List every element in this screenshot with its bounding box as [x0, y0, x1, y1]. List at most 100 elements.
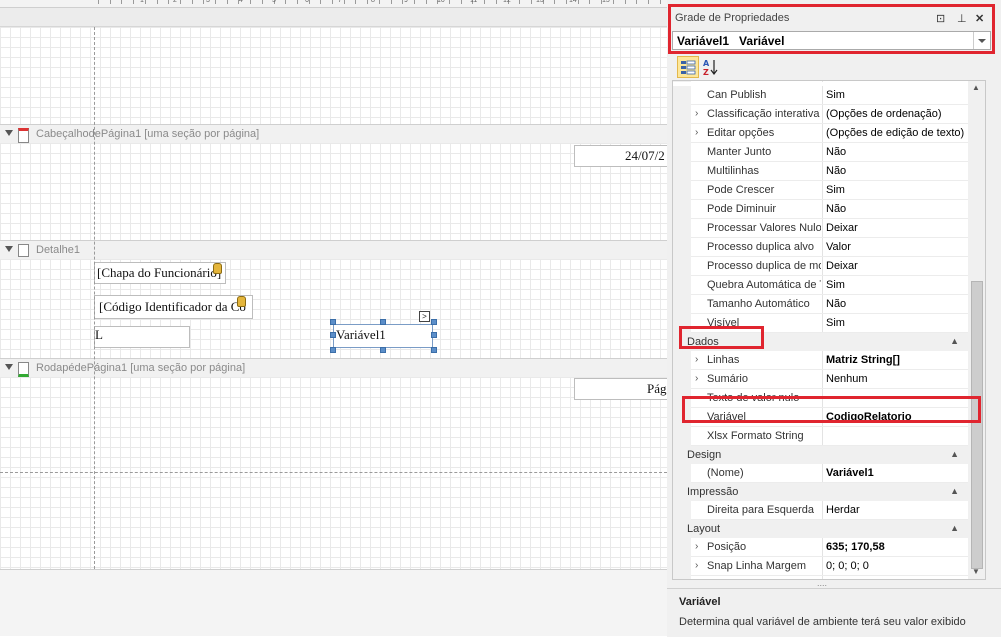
collapse-arrow-icon[interactable]	[5, 130, 13, 136]
top-margin-area[interactable]	[0, 27, 667, 124]
property-row[interactable]: Visível Sim	[673, 314, 969, 333]
resize-handle[interactable]	[330, 347, 336, 353]
property-value[interactable]: Não	[826, 146, 969, 158]
property-row[interactable]: Can Publish Sim	[673, 86, 969, 105]
property-value[interactable]: (Opções de ordenação)	[826, 108, 969, 120]
property-row[interactable]: Tamanho Automático Não	[673, 295, 969, 314]
property-row[interactable]: Quebra Automática de T Sim	[673, 276, 969, 295]
collapse-chevron-icon[interactable]: ▲	[950, 336, 959, 346]
date-field[interactable]: 24/07/2	[574, 145, 667, 167]
property-row[interactable]: (Nome) Variável1	[673, 464, 969, 483]
report-designer-surface[interactable]: 1 2 3 4 5 6 7 8 9 10 11 12 13 14 15 CabeçalhodePágina1…	[0, 0, 667, 636]
property-value[interactable]: Matriz String[]	[826, 354, 969, 366]
resize-handle[interactable]	[431, 332, 437, 338]
smart-tag-icon[interactable]: >	[419, 311, 430, 322]
detail-area[interactable]: [Chapa do Funcionário] [Código Identific…	[0, 259, 667, 358]
property-row[interactable]: › Editar opções (Opções de edição de texto…	[673, 124, 969, 143]
page-footer-area[interactable]: Pág	[0, 377, 667, 569]
property-row[interactable]: › Posição 635; 170,58	[673, 538, 969, 557]
property-row[interactable]: › Snap Linha Margem 0; 0; 0; 0	[673, 557, 969, 576]
detail-band-icon	[18, 244, 29, 257]
close-icon[interactable]: ✕	[975, 12, 984, 25]
splitter-grip[interactable]: ....	[817, 578, 827, 588]
property-row[interactable]: Variável CodigoRelatorio	[673, 408, 969, 427]
categorized-view-icon[interactable]	[677, 56, 699, 78]
expand-chevron-icon[interactable]: ›	[695, 373, 698, 384]
property-category[interactable]: Impressão ▲	[673, 483, 969, 501]
expand-chevron-icon[interactable]: ›	[695, 108, 698, 119]
property-value[interactable]: CodigoRelatorio	[826, 411, 969, 423]
resize-handle[interactable]	[380, 319, 386, 325]
property-value[interactable]: Sim	[826, 317, 969, 329]
property-row[interactable]: Multilinhas Não	[673, 162, 969, 181]
collapse-chevron-icon[interactable]: ▲	[950, 523, 959, 533]
property-row[interactable]: Processo duplica alvo Valor	[673, 238, 969, 257]
property-value[interactable]: 0; 0; 0; 0	[826, 560, 969, 572]
band-header-detail[interactable]: Detalhe1	[0, 240, 667, 259]
property-row[interactable]: Processo duplica de mod Deixar	[673, 257, 969, 276]
property-category[interactable]: Dados ▲	[673, 333, 969, 351]
property-value[interactable]: Sim	[826, 279, 969, 291]
property-value[interactable]: 254; 58,42	[826, 579, 969, 580]
property-category[interactable]: Layout ▲	[673, 520, 969, 538]
property-value[interactable]: Sim	[826, 89, 969, 101]
property-value[interactable]: Não	[826, 203, 969, 215]
page-header-area[interactable]: 24/07/2	[0, 143, 667, 240]
collapse-chevron-icon[interactable]: ▲	[950, 486, 959, 496]
property-row[interactable]: Manter Junto Não	[673, 143, 969, 162]
alphabetical-sort-icon[interactable]: AZ	[700, 56, 722, 78]
property-row[interactable]: Direita para Esquerda Herdar	[673, 501, 969, 520]
property-value[interactable]: Herdar	[826, 504, 969, 516]
resize-handle[interactable]	[431, 319, 437, 325]
resize-handle[interactable]	[431, 347, 437, 353]
collapse-arrow-icon[interactable]	[5, 364, 13, 370]
property-row[interactable]: Xlsx Formato String	[673, 427, 969, 446]
pin-icon[interactable]: ⊥	[957, 12, 967, 25]
variavel1-field[interactable]: Variável1	[333, 324, 433, 348]
page-number-field[interactable]: Pág	[574, 378, 667, 400]
property-value[interactable]: (Opções de edição de texto)	[826, 127, 969, 139]
expand-chevron-icon[interactable]: ›	[695, 127, 698, 138]
property-category[interactable]: Design ▲	[673, 446, 969, 464]
band-header-page-footer[interactable]: RodapédePágina1 [uma seção por página]	[0, 358, 667, 377]
object-selector-dropdown[interactable]: Variável1 Variável	[672, 31, 991, 50]
property-row[interactable]: Pode Crescer Sim	[673, 181, 969, 200]
expand-chevron-icon[interactable]: ›	[695, 579, 698, 580]
resize-handle[interactable]	[330, 332, 336, 338]
property-list-scrollbar[interactable]: ▲ ▼	[968, 80, 986, 580]
property-row[interactable]: › Linhas Matriz String[]	[673, 351, 969, 370]
column-divider	[822, 257, 823, 276]
expand-chevron-icon[interactable]: ›	[695, 560, 698, 571]
resize-handle[interactable]	[330, 319, 336, 325]
resize-handle[interactable]	[380, 347, 386, 353]
collapse-arrow-icon[interactable]	[5, 246, 13, 252]
scroll-down-icon[interactable]: ▼	[972, 567, 980, 576]
property-value[interactable]: Variável1	[826, 467, 969, 479]
band-header-page-header[interactable]: CabeçalhodePágina1 [uma seção por página…	[0, 124, 667, 143]
property-value[interactable]: 635; 170,58	[826, 541, 969, 553]
expand-chevron-icon[interactable]: ›	[695, 541, 698, 552]
property-value[interactable]: Deixar	[826, 260, 969, 272]
chapa-field[interactable]: [Chapa do Funcionário]	[94, 262, 226, 284]
ruler-tick	[484, 0, 486, 4]
scroll-up-icon[interactable]: ▲	[972, 83, 980, 92]
scrollbar-thumb[interactable]	[971, 281, 983, 569]
property-row[interactable]: Texto de valor nulo	[673, 389, 969, 408]
expand-chevron-icon[interactable]: ›	[695, 354, 698, 365]
collapse-chevron-icon[interactable]: ▲	[950, 449, 959, 459]
property-row[interactable]: Processar Valores Nulos Deixar	[673, 219, 969, 238]
property-value[interactable]: Não	[826, 165, 969, 177]
property-value[interactable]: Deixar	[826, 222, 969, 234]
property-row[interactable]: Pode Diminuir Não	[673, 200, 969, 219]
property-value[interactable]: Sim	[826, 184, 969, 196]
codigo-field[interactable]: [Código Identificador da Co	[94, 295, 253, 319]
float-window-icon[interactable]: ⊡	[936, 12, 945, 25]
property-value[interactable]: Não	[826, 298, 969, 310]
property-value[interactable]: Valor	[826, 241, 969, 253]
l-field[interactable]: L	[94, 326, 190, 348]
property-row[interactable]: › Classificação interativa (Opções de orde…	[673, 105, 969, 124]
chevron-down-icon[interactable]	[973, 32, 990, 49]
property-row[interactable]: › Sumário Nenhum	[673, 370, 969, 389]
property-value[interactable]: Nenhum	[826, 373, 969, 385]
property-list[interactable]: Can Publish Sim › Classificação interativa (…	[672, 80, 970, 580]
